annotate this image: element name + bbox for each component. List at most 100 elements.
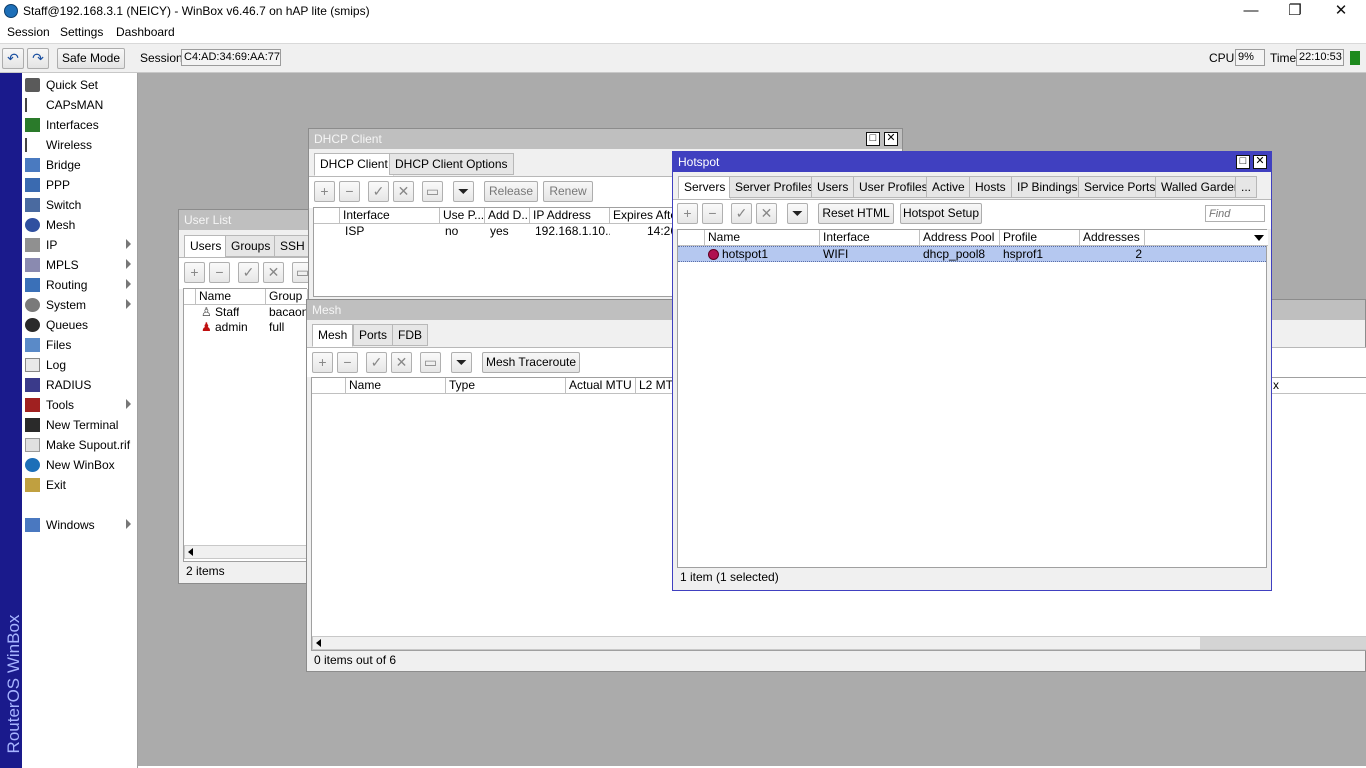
horizontal-scrollbar[interactable] [184, 545, 308, 559]
close-icon[interactable]: ✕ [1253, 155, 1267, 169]
close-icon[interactable]: ✕ [884, 132, 898, 146]
comment-icon[interactable]: ▭ [420, 352, 441, 373]
col-name[interactable]: Name [705, 230, 820, 246]
userlist-window[interactable]: User List Users Groups SSH K + − ✓ ✕ ▭ N… [178, 209, 323, 584]
tab-users[interactable]: Users [811, 176, 855, 198]
menu-session[interactable]: Session [7, 25, 50, 39]
horizontal-scrollbar[interactable] [312, 636, 1366, 650]
tab-ip-bindings[interactable]: IP Bindings [1011, 176, 1084, 198]
userlist-title[interactable]: User List [179, 210, 309, 230]
scroll-left-icon[interactable] [188, 548, 193, 556]
col-actual-mtu[interactable]: Actual MTU [566, 378, 636, 394]
redo-button[interactable]: ↷ [27, 48, 49, 69]
add-icon[interactable]: + [314, 181, 335, 202]
reset-html-button[interactable]: Reset HTML [818, 203, 894, 224]
col-interface[interactable]: Interface [340, 208, 440, 224]
col-l2-mtu[interactable]: L2 MTU [636, 378, 676, 394]
remove-icon[interactable]: − [337, 352, 358, 373]
tab-server-profiles[interactable]: Server Profiles [729, 176, 820, 198]
sidebar-item-quick-set[interactable]: Quick Set [22, 75, 137, 95]
hotspot-setup-button[interactable]: Hotspot Setup [900, 203, 982, 224]
sidebar-item-capsman[interactable]: CAPsMAN [22, 95, 137, 115]
comment-icon[interactable]: ▭ [422, 181, 443, 202]
filter-icon[interactable]: ⏷ [451, 352, 472, 373]
table-row[interactable]: hotspot1 WIFI dhcp_pool8 hsprof1 2 [678, 246, 1266, 262]
remove-icon[interactable]: − [339, 181, 360, 202]
col-name[interactable]: Name [346, 378, 446, 394]
close-button[interactable]: ✕ [1318, 0, 1364, 23]
col-use-peer[interactable]: Use P... [440, 208, 485, 224]
sidebar-item-tools[interactable]: Tools [22, 395, 137, 415]
table-row[interactable]: ♟ admin full [184, 320, 308, 335]
disable-icon[interactable]: ✕ [263, 262, 284, 283]
remove-icon[interactable]: − [702, 203, 723, 224]
tab-walled-garden[interactable]: Walled Garden [1155, 176, 1247, 198]
tab-service-ports[interactable]: Service Ports [1078, 176, 1162, 198]
sidebar-item-mesh[interactable]: Mesh [22, 215, 137, 235]
tab-active[interactable]: Active [926, 176, 971, 198]
maximize-icon[interactable]: □ [1236, 155, 1250, 169]
minimize-button[interactable]: — [1228, 0, 1274, 23]
sidebar-item-make-supout-rif[interactable]: Make Supout.rif [22, 435, 137, 455]
sidebar-item-bridge[interactable]: Bridge [22, 155, 137, 175]
col-profile[interactable]: Profile [1000, 230, 1080, 246]
sidebar-item-files[interactable]: Files [22, 335, 137, 355]
sidebar-item-new-terminal[interactable]: New Terminal [22, 415, 137, 435]
sidebar-item-interfaces[interactable]: Interfaces [22, 115, 137, 135]
scroll-thumb[interactable] [1200, 637, 1366, 649]
col-ip-address[interactable]: IP Address [530, 208, 610, 224]
tab-users[interactable]: Users [184, 235, 228, 258]
hotspot-title[interactable]: Hotspot [673, 152, 1271, 172]
safe-mode-button[interactable]: Safe Mode [57, 48, 125, 69]
undo-button[interactable]: ↶ [2, 48, 24, 69]
tab-fdb[interactable]: FDB [392, 324, 428, 346]
enable-icon[interactable]: ✓ [731, 203, 752, 224]
disable-icon[interactable]: ✕ [756, 203, 777, 224]
col-type[interactable]: Type [446, 378, 566, 394]
col-addresses[interactable]: Addresses ... [1080, 230, 1145, 246]
tab-ports[interactable]: Ports [353, 324, 394, 346]
col-add-default[interactable]: Add D... [485, 208, 530, 224]
enable-icon[interactable]: ✓ [238, 262, 259, 283]
sidebar-item-log[interactable]: Log [22, 355, 137, 375]
disable-icon[interactable]: ✕ [391, 352, 412, 373]
remove-icon[interactable]: − [209, 262, 230, 283]
tab-dhcp-client-options[interactable]: DHCP Client Options [389, 153, 514, 175]
col-address-pool[interactable]: Address Pool [920, 230, 1000, 246]
sidebar-item-exit[interactable]: Exit [22, 475, 137, 495]
tab-dhcp-client[interactable]: DHCP Client [314, 153, 394, 176]
enable-icon[interactable]: ✓ [366, 352, 387, 373]
filter-icon[interactable]: ⏷ [787, 203, 808, 224]
disable-icon[interactable]: ✕ [393, 181, 414, 202]
maximize-icon[interactable]: □ [866, 132, 880, 146]
tab-user-profiles[interactable]: User Profiles [853, 176, 934, 198]
sidebar-item-ppp[interactable]: PPP [22, 175, 137, 195]
add-icon[interactable]: + [312, 352, 333, 373]
tab-hosts[interactable]: Hosts [969, 176, 1012, 198]
col-name[interactable]: Name [196, 289, 266, 305]
sidebar-item-system[interactable]: System [22, 295, 137, 315]
enable-icon[interactable]: ✓ [368, 181, 389, 202]
menu-dashboard[interactable]: Dashboard [116, 25, 175, 39]
add-icon[interactable]: + [184, 262, 205, 283]
sidebar-item-routing[interactable]: Routing [22, 275, 137, 295]
menu-settings[interactable]: Settings [60, 25, 103, 39]
sidebar-item-wireless[interactable]: Wireless [22, 135, 137, 155]
tab-servers[interactable]: Servers [678, 176, 732, 199]
find-input[interactable] [1205, 205, 1265, 222]
release-button[interactable]: Release [484, 181, 538, 202]
session-field[interactable]: C4:AD:34:69:AA:77 [181, 49, 281, 66]
scroll-left-icon[interactable] [316, 639, 321, 647]
col-group[interactable]: Group [266, 289, 308, 305]
add-icon[interactable]: + [677, 203, 698, 224]
sidebar-item-ip[interactable]: IP [22, 235, 137, 255]
sidebar-item-radius[interactable]: RADIUS [22, 375, 137, 395]
col-extra[interactable]: x [1270, 378, 1366, 394]
tab-more[interactable]: ... [1235, 176, 1258, 198]
tab-groups[interactable]: Groups [225, 235, 277, 257]
hotspot-window[interactable]: Hotspot □ ✕ Servers Server Profiles User… [672, 151, 1272, 591]
sidebar-item-mpls[interactable]: MPLS [22, 255, 137, 275]
sidebar-item-new-winbox[interactable]: New WinBox [22, 455, 137, 475]
sidebar-item-queues[interactable]: Queues [22, 315, 137, 335]
column-menu-icon[interactable] [1254, 235, 1264, 241]
